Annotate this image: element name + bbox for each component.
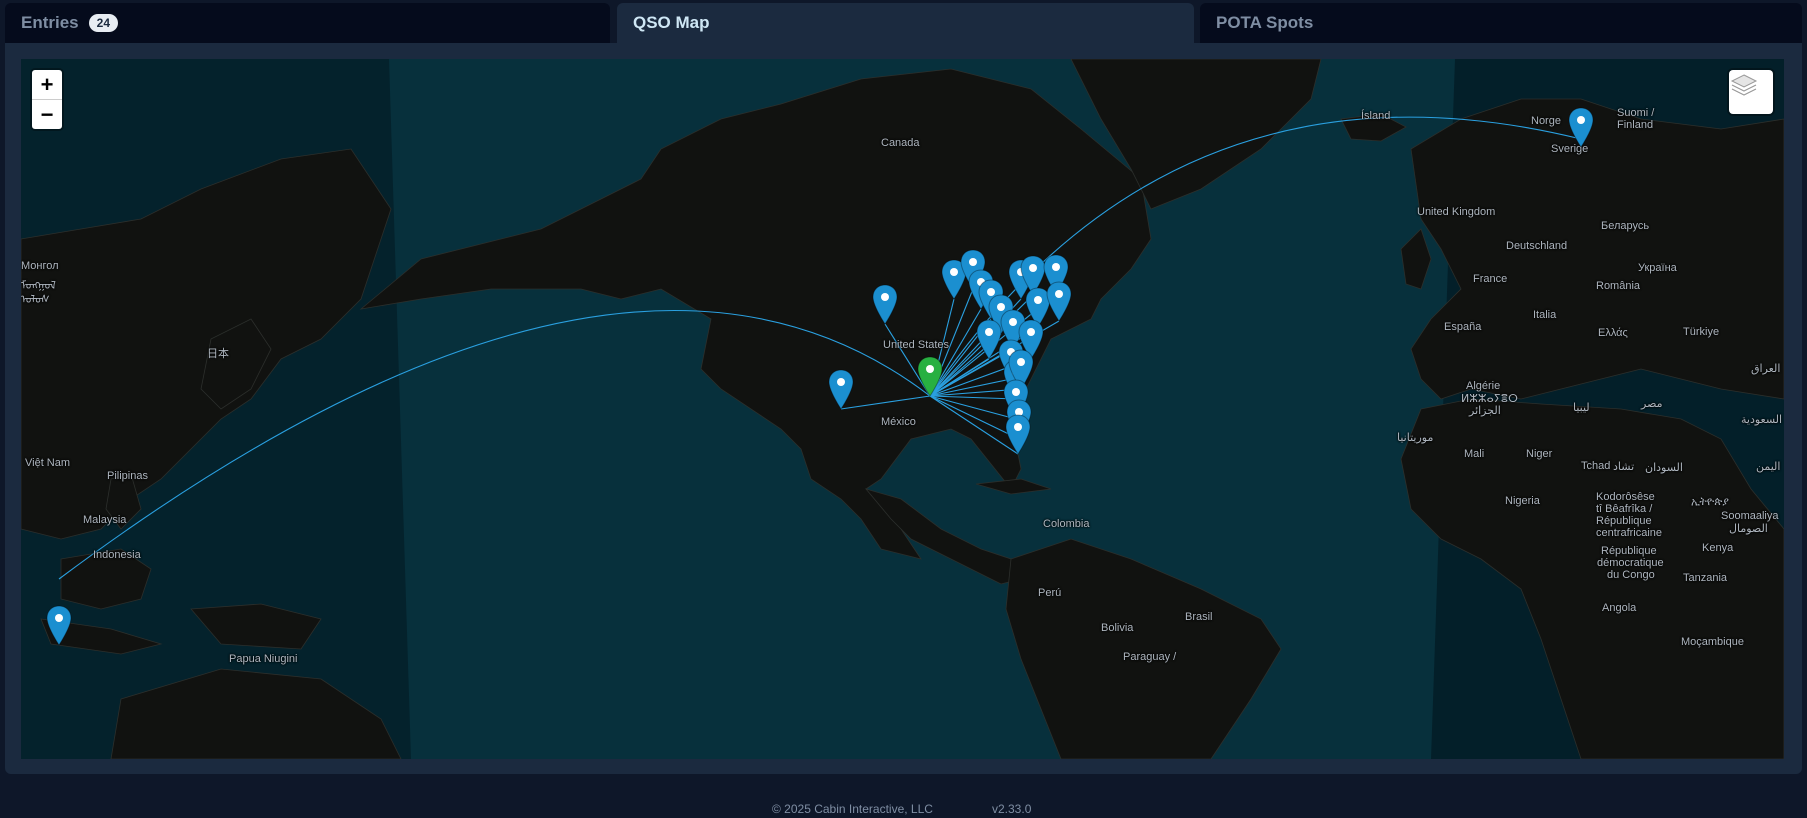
map-label: Canada: [881, 137, 920, 149]
map-label: ᠤᠯᠤᠰ: [21, 294, 50, 306]
zoom-in-button[interactable]: +: [32, 70, 62, 99]
zoom-control: + −: [32, 70, 62, 129]
map-label: 日本: [207, 348, 229, 360]
map-label: United States: [883, 339, 950, 351]
map-label: Brasil: [1185, 611, 1213, 623]
map-label: Colombia: [1043, 518, 1090, 530]
map-label: ኢትዮጵያ: [1691, 496, 1729, 508]
tab-qso-map[interactable]: QSO Map: [617, 3, 1194, 43]
map-label: España: [1444, 321, 1482, 333]
map-label: Indonesia: [93, 549, 141, 561]
map-pin-icon: [1568, 107, 1594, 148]
map-pin-icon: [46, 605, 72, 646]
map-label: الصومال: [1729, 523, 1768, 535]
map-label: Soomaaliya: [1721, 510, 1779, 522]
entries-count-badge: 24: [88, 14, 118, 32]
map-label: Türkiye: [1683, 326, 1720, 338]
map-label: tî Bêafrîka /: [1596, 503, 1653, 515]
map-label: Tchad: [1581, 460, 1611, 472]
tab-qso-map-label: QSO Map: [633, 13, 710, 32]
map-label: Malaysia: [83, 514, 127, 526]
map-label: Беларусь: [1601, 220, 1650, 232]
map-label: México: [881, 416, 916, 428]
map-label: موريتانيا: [1397, 432, 1434, 444]
map-label: Finland: [1617, 119, 1654, 131]
qso-map[interactable]: Canada Ísland Norge Suomi / Finland Sver…: [21, 59, 1784, 759]
map-label: United Kingdom: [1417, 206, 1496, 218]
map-pin-icon: [917, 356, 943, 397]
map-label: Algérie: [1466, 380, 1501, 392]
map-label: Pilipinas: [107, 470, 148, 482]
map-label: اليمن: [1756, 461, 1781, 473]
map-pin-icon: [872, 284, 898, 325]
tab-entries[interactable]: Entries 24: [5, 3, 610, 43]
map-label: Ísland: [1361, 110, 1391, 122]
tab-pota-spots-label: POTA Spots: [1216, 13, 1314, 32]
map-label: ليبيا: [1573, 402, 1590, 414]
map-label: Niger: [1526, 448, 1553, 460]
map-label: تشاد: [1613, 461, 1635, 473]
map-label: République: [1596, 515, 1652, 527]
map-label: Norge: [1531, 115, 1561, 127]
tab-entries-label: Entries: [21, 13, 79, 32]
map-label: Suomi /: [1617, 107, 1655, 119]
map-label: Kenya: [1702, 542, 1734, 554]
map-label: du Congo: [1607, 569, 1655, 581]
map-label: Deutschland: [1506, 240, 1568, 252]
map-label: السودان: [1645, 462, 1683, 474]
tab-pota-spots[interactable]: POTA Spots: [1200, 3, 1802, 43]
map-label: Nigeria: [1505, 495, 1540, 507]
map-label: Ελλάς: [1598, 327, 1628, 339]
map-label: العراق: [1751, 363, 1781, 375]
map-label: Bolivia: [1101, 622, 1134, 634]
map-label: démocratique: [1597, 557, 1664, 569]
map-label: România: [1596, 280, 1641, 292]
zoom-out-button[interactable]: −: [32, 99, 62, 129]
map-label: France: [1473, 273, 1508, 285]
map-label: السعودية: [1741, 414, 1783, 426]
map-label: Mali: [1464, 448, 1485, 460]
map-pin-icon: [828, 369, 854, 410]
map-label: Kodorôsêse: [1596, 491, 1655, 503]
footer-copyright: © 2025 Cabin Interactive, LLC: [772, 802, 933, 816]
map-label: Perú: [1038, 587, 1062, 599]
tab-bar: Entries 24 QSO Map POTA Spots: [0, 3, 1807, 43]
map-label: centrafricaine: [1596, 527, 1663, 539]
map-label: Papua Niugini: [229, 653, 298, 665]
map-label: Việt Nam: [25, 457, 71, 469]
map-pin-icon: [1046, 281, 1072, 322]
map-label: Angola: [1602, 602, 1637, 614]
map-label: مصر: [1641, 398, 1663, 410]
layers-icon: [1730, 74, 1758, 96]
map-label: Україна: [1638, 262, 1677, 274]
layers-control-button[interactable]: [1729, 70, 1773, 114]
map-label: Монгол: [21, 260, 59, 272]
map-label: Tanzania: [1683, 572, 1728, 584]
map-label: الجزائر: [1469, 405, 1501, 417]
footer-version: v2.33.0: [992, 802, 1032, 816]
map-label: Moçambique: [1681, 636, 1744, 648]
map-label: Italia: [1533, 309, 1557, 321]
map-label: République: [1601, 545, 1657, 557]
map-label: Paraguay /: [1123, 651, 1177, 663]
map-pin-icon: [1005, 414, 1031, 455]
